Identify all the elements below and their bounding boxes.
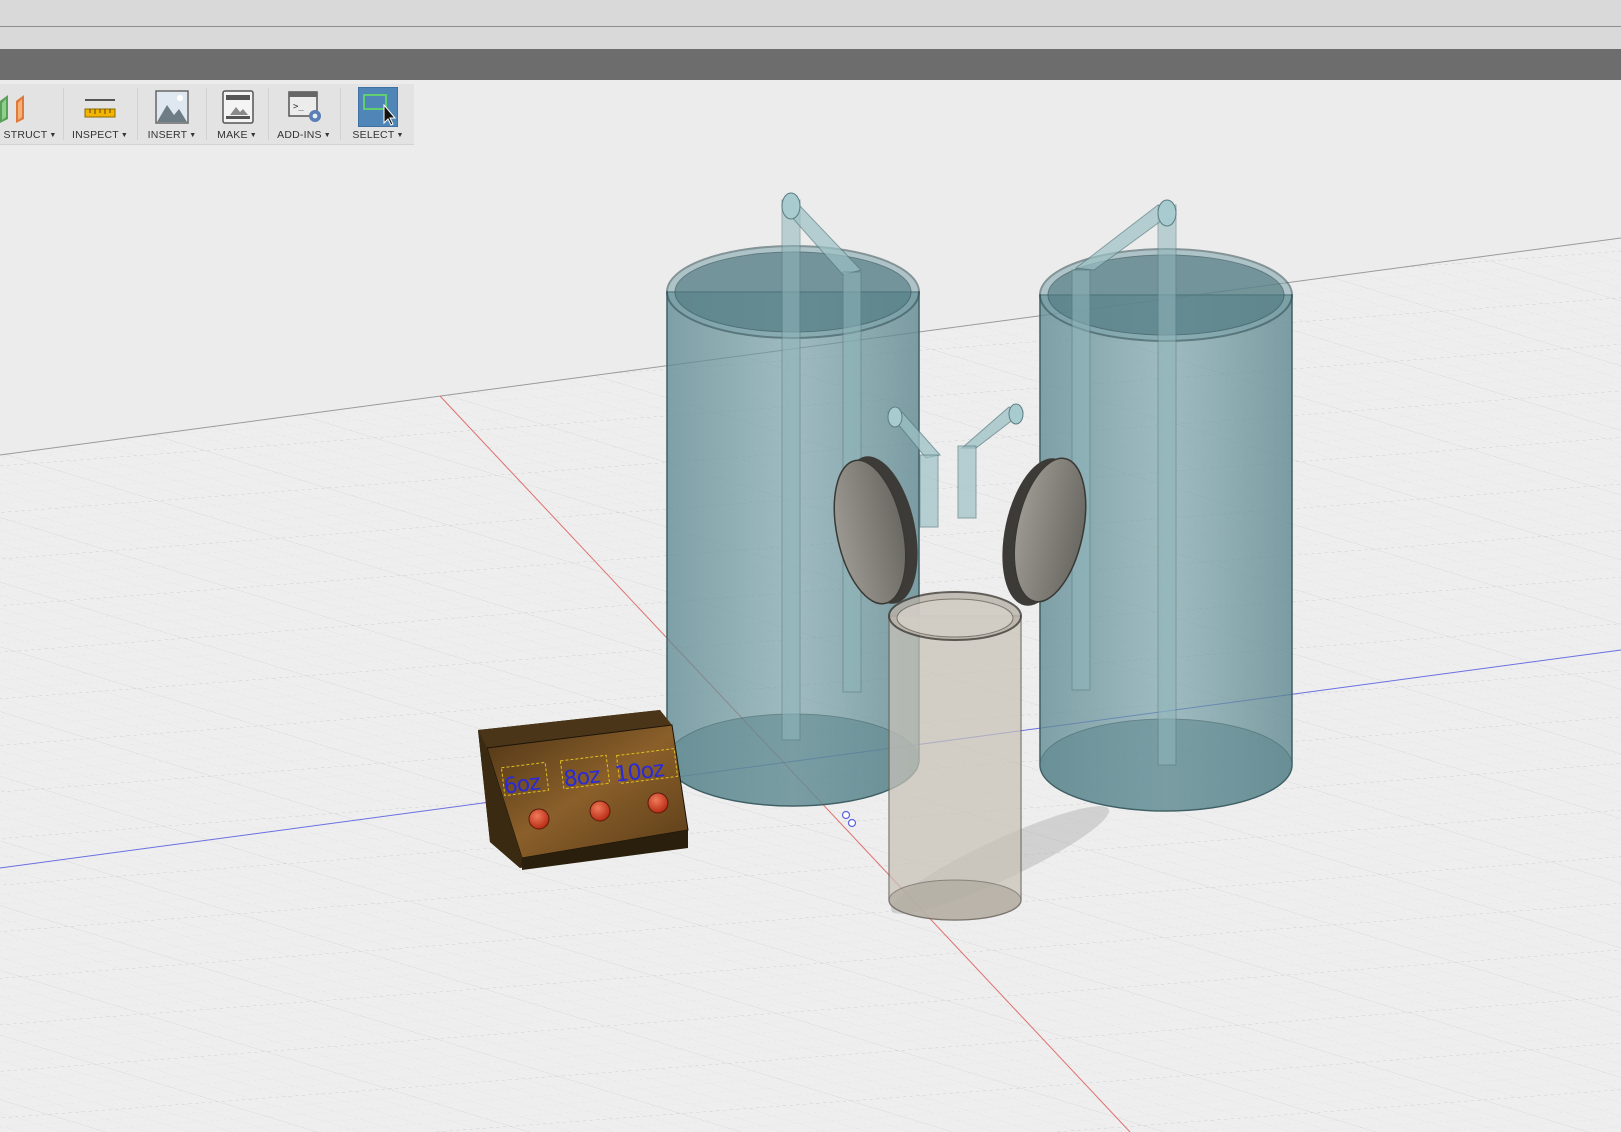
button-10oz[interactable]	[647, 792, 669, 814]
button-8oz[interactable]	[589, 800, 611, 822]
construct-icon	[0, 95, 24, 123]
inspect-label: INSPECT	[71, 129, 119, 141]
chevron-down-icon: ▼	[323, 132, 331, 139]
insert-label: INSERT	[147, 129, 188, 141]
add-ins-script-icon: >_	[288, 91, 321, 122]
inspect-menu[interactable]: INSPECT ▼	[65, 84, 135, 144]
insert-image-icon	[155, 90, 189, 124]
button-label-8oz: 8oz	[562, 763, 601, 792]
toolbar-separator	[268, 88, 269, 140]
make-menu[interactable]: MAKE ▼	[208, 84, 266, 144]
button-6oz[interactable]	[528, 808, 550, 830]
select-label: SELECT	[352, 129, 395, 141]
toolbar-separator	[137, 88, 138, 140]
add-ins-menu[interactable]: >_ ADD-INS ▼	[271, 84, 337, 144]
button-control-box[interactable]: 6oz 8oz 10oz	[478, 710, 689, 870]
title-bar-divider	[0, 26, 1621, 27]
chevron-down-icon: ▼	[120, 132, 129, 139]
chevron-down-icon: ▼	[49, 132, 57, 139]
ribbon-toolbar: STRUCT ▼ INSPECT ▼ INSERT ▼ MAKE ▼ >_ AD…	[0, 84, 414, 145]
application-header-bar	[0, 49, 1621, 80]
insert-menu[interactable]: INSERT ▼	[140, 84, 204, 144]
construct-label: STRUCT	[3, 129, 48, 141]
inspect-ruler-icon	[84, 99, 116, 118]
chevron-down-icon: ▼	[396, 132, 404, 139]
chevron-down-icon: ▼	[249, 132, 257, 139]
select-menu[interactable]: SELECT ▼	[343, 84, 413, 144]
chevron-down-icon: ▼	[189, 132, 197, 139]
make-label: MAKE	[217, 129, 248, 141]
window-title-bar	[0, 0, 1621, 49]
add-ins-label: ADD-INS	[277, 129, 322, 141]
toolbar-separator	[206, 88, 207, 140]
3d-canvas[interactable]: 6oz 8oz 10oz	[0, 145, 1621, 1132]
make-3d-print-icon	[222, 90, 254, 124]
construct-menu[interactable]: STRUCT ▼	[0, 84, 60, 144]
button-label-6oz: 6oz	[502, 770, 541, 799]
drinking-cup[interactable]	[888, 591, 1022, 921]
svg-text:>_: >_	[293, 102, 304, 112]
select-cursor-icon	[358, 87, 398, 127]
toolbar-separator	[63, 88, 64, 140]
toolbar-separator	[340, 88, 341, 140]
